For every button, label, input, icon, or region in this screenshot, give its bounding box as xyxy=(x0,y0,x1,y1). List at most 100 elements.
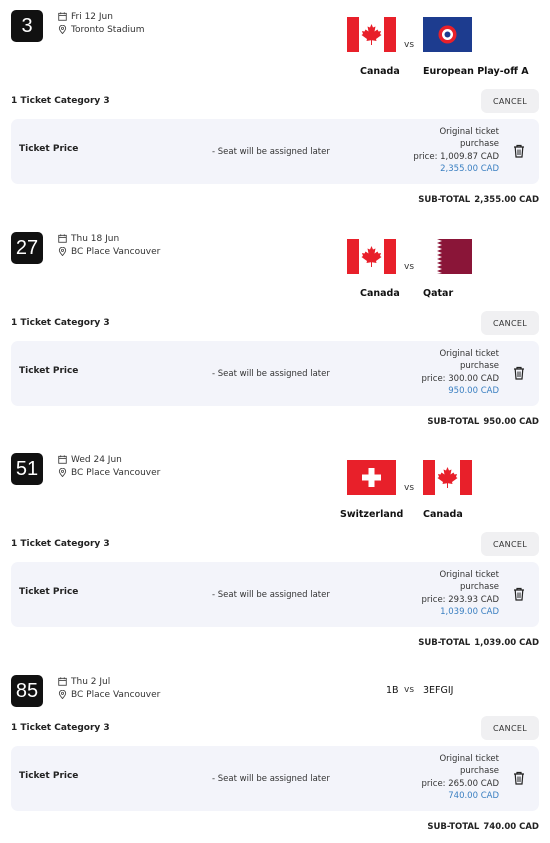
away-team-name: Qatar xyxy=(423,288,454,299)
location-pin-icon xyxy=(58,25,67,34)
home-team-name: Canada xyxy=(360,66,400,77)
match-number-badge: 3 xyxy=(11,10,43,42)
ticket-category-label: 1 Ticket Category 3 xyxy=(11,318,110,328)
switzerland-flag-icon xyxy=(347,460,396,495)
original-price-line: purchase xyxy=(459,139,499,150)
match-meta: Thu 18 Jun BC Place Vancouver xyxy=(58,232,160,258)
original-price-block: Original ticket purchase price: 293.93 C… xyxy=(422,569,499,618)
match-number-badge: 51 xyxy=(11,453,43,485)
match-card-27: 27 Thu 18 Jun BC Place Vancouver vs Cana… xyxy=(0,222,550,432)
match-meta: Thu 2 Jul BC Place Vancouver xyxy=(58,675,160,701)
original-price-line: Original ticket xyxy=(439,754,499,764)
original-price-line: purchase xyxy=(459,582,499,593)
location-pin-icon xyxy=(58,468,67,477)
subtotal-value: 950.00 CAD xyxy=(483,417,539,427)
original-price-value: price: 293.93 CAD xyxy=(421,594,499,605)
original-price-line: Original ticket xyxy=(439,349,499,359)
original-price-block: Original ticket purchase price: 1,009.87… xyxy=(413,126,499,175)
ticket-price-label: Ticket Price xyxy=(19,771,79,781)
ticket-price-card: Ticket Price - Seat will be assigned lat… xyxy=(11,341,539,406)
cancel-button[interactable]: CANCEL xyxy=(481,532,539,556)
match-date: Wed 24 Jun xyxy=(71,454,122,465)
seat-note: - Seat will be assigned later xyxy=(212,369,330,379)
trash-icon[interactable] xyxy=(513,587,525,601)
canada-flag-icon xyxy=(347,17,396,52)
away-team-name: European Play-off A xyxy=(423,66,529,77)
subtotal-label: SUB-TOTAL xyxy=(427,822,480,832)
paid-price: 740.00 CAD xyxy=(448,790,499,801)
home-team-name: Canada xyxy=(360,288,400,299)
match-meta: Fri 12 Jun Toronto Stadium xyxy=(58,10,145,36)
away-team-name: Canada xyxy=(423,509,463,520)
cancel-button[interactable]: CANCEL xyxy=(481,311,539,335)
cancel-button[interactable]: CANCEL xyxy=(481,716,539,740)
subtotal: SUB-TOTAL 2,355.00 CAD xyxy=(418,195,539,205)
subtotal-value: 1,039.00 CAD xyxy=(474,638,539,648)
match-card-51: 51 Wed 24 Jun BC Place Vancouver vs Swit… xyxy=(0,443,550,653)
original-price-value: price: 300.00 CAD xyxy=(421,373,499,384)
match-venue: BC Place Vancouver xyxy=(71,246,161,257)
original-price-line: purchase xyxy=(459,361,499,372)
trash-icon[interactable] xyxy=(513,144,525,158)
home-team-name: 1B xyxy=(386,685,399,696)
seat-note: - Seat will be assigned later xyxy=(212,147,330,157)
match-venue: Toronto Stadium xyxy=(71,24,145,35)
subtotal: SUB-TOTAL 950.00 CAD xyxy=(427,417,539,427)
subtotal-value: 2,355.00 CAD xyxy=(474,195,539,205)
original-price-value: price: 1,009.87 CAD xyxy=(413,151,499,162)
qatar-flag-icon xyxy=(423,239,472,274)
original-price-line: Original ticket xyxy=(439,570,499,580)
canada-flag-icon xyxy=(423,460,472,495)
match-card-3: 3 Fri 12 Jun Toronto Stadium vs Canada E… xyxy=(0,0,550,210)
cancel-button[interactable]: CANCEL xyxy=(481,89,539,113)
paid-price: 2,355.00 CAD xyxy=(440,163,499,174)
ticket-price-card: Ticket Price - Seat will be assigned lat… xyxy=(11,119,539,184)
match-date: Thu 18 Jun xyxy=(71,233,120,244)
match-date: Fri 12 Jun xyxy=(71,11,113,22)
canada-flag-icon xyxy=(347,239,396,274)
away-team-name: 3EFGIJ xyxy=(423,685,454,696)
match-date: Thu 2 Jul xyxy=(71,676,111,687)
uefa-flag-icon xyxy=(423,17,472,52)
home-team-name: Switzerland xyxy=(340,509,404,520)
ticket-price-label: Ticket Price xyxy=(19,366,79,376)
match-number-badge: 85 xyxy=(11,675,43,707)
match-card-85: 85 Thu 2 Jul BC Place Vancouver 1B vs 3E… xyxy=(0,665,550,840)
trash-icon[interactable] xyxy=(513,366,525,380)
paid-price: 950.00 CAD xyxy=(448,385,499,396)
calendar-icon xyxy=(58,12,67,21)
ticket-price-label: Ticket Price xyxy=(19,144,79,154)
match-meta: Wed 24 Jun BC Place Vancouver xyxy=(58,453,160,479)
original-price-block: Original ticket purchase price: 265.00 C… xyxy=(422,753,499,802)
location-pin-icon xyxy=(58,247,67,256)
subtotal-value: 740.00 CAD xyxy=(483,822,539,832)
ticket-price-card: Ticket Price - Seat will be assigned lat… xyxy=(11,746,539,811)
original-price-block: Original ticket purchase price: 300.00 C… xyxy=(422,348,499,397)
location-pin-icon xyxy=(58,690,67,699)
subtotal-label: SUB-TOTAL xyxy=(418,195,471,205)
match-venue: BC Place Vancouver xyxy=(71,467,161,478)
seat-note: - Seat will be assigned later xyxy=(212,590,330,600)
vs-label: vs xyxy=(404,685,415,695)
vs-label: vs xyxy=(404,483,415,493)
calendar-icon xyxy=(58,455,67,464)
ticket-price-card: Ticket Price - Seat will be assigned lat… xyxy=(11,562,539,627)
subtotal: SUB-TOTAL 1,039.00 CAD xyxy=(418,638,539,648)
vs-label: vs xyxy=(404,40,415,50)
seat-note: - Seat will be assigned later xyxy=(212,774,330,784)
paid-price: 1,039.00 CAD xyxy=(440,606,499,617)
match-number-badge: 27 xyxy=(11,232,43,264)
ticket-price-label: Ticket Price xyxy=(19,587,79,597)
match-venue: BC Place Vancouver xyxy=(71,689,161,700)
original-price-line: Original ticket xyxy=(439,127,499,137)
subtotal-label: SUB-TOTAL xyxy=(427,417,480,427)
trash-icon[interactable] xyxy=(513,771,525,785)
ticket-category-label: 1 Ticket Category 3 xyxy=(11,96,110,106)
subtotal: SUB-TOTAL 740.00 CAD xyxy=(427,822,539,832)
calendar-icon xyxy=(58,234,67,243)
calendar-icon xyxy=(58,677,67,686)
original-price-line: purchase xyxy=(459,766,499,777)
ticket-category-label: 1 Ticket Category 3 xyxy=(11,723,110,733)
original-price-value: price: 265.00 CAD xyxy=(421,778,499,789)
subtotal-label: SUB-TOTAL xyxy=(418,638,471,648)
